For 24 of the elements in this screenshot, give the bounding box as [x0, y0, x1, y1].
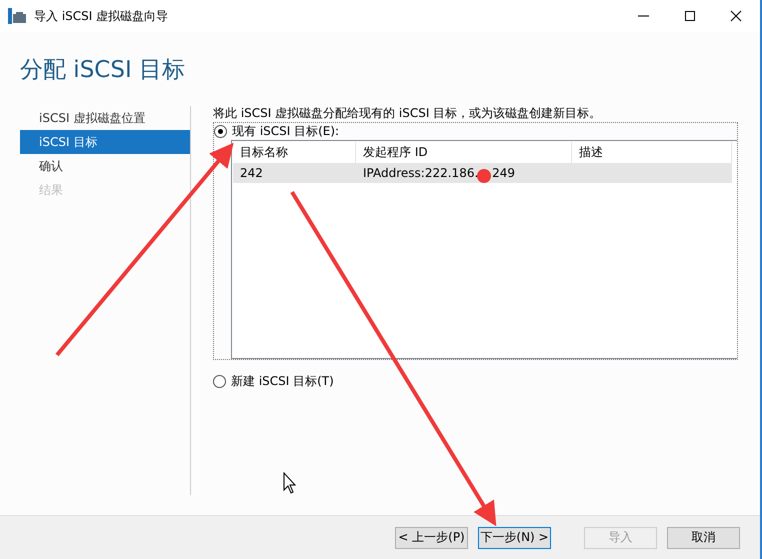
page-heading: 分配 iSCSI 目标: [19, 56, 186, 85]
radio-label[interactable]: 现有 iSCSI 目标(E):: [232, 122, 340, 140]
wizard-button[interactable]: 下一步(N) >: [478, 526, 551, 548]
cursor-icon: [284, 472, 296, 494]
maximize-icon[interactable]: [684, 10, 696, 22]
wizard-button[interactable]: 取消: [667, 526, 740, 548]
server-icon: [8, 8, 26, 24]
column-header[interactable]: 描述: [572, 142, 732, 163]
wizard-step[interactable]: iSCSI 目标: [20, 130, 190, 154]
table-cell-text: .249: [488, 165, 515, 182]
wizard-button[interactable]: < 上一步(P): [395, 526, 468, 548]
table-cell-text: 242: [240, 165, 263, 182]
close-icon[interactable]: [730, 10, 742, 22]
table-cell-text: IPAddress:222.186.: [363, 165, 478, 182]
description-text: 将此 iSCSI 虚拟磁盘分配给现有的 iSCSI 目标，或为该磁盘创建新目标。: [213, 106, 602, 120]
radio-button[interactable]: [213, 374, 226, 388]
wizard-step[interactable]: iSCSI 虚拟磁盘位置: [20, 106, 190, 130]
column-header[interactable]: 发起程序 ID: [356, 142, 572, 163]
radio-label[interactable]: 新建 iSCSI 目标(T): [231, 372, 334, 390]
radio-button[interactable]: [214, 124, 227, 138]
table-row[interactable]: 242 IPAddress:222.186. .249: [233, 164, 732, 183]
column-header[interactable]: 目标名称: [233, 142, 356, 163]
wizard-step[interactable]: 确认: [20, 154, 190, 178]
window-title: 导入 iSCSI 虚拟磁盘向导: [34, 8, 168, 24]
